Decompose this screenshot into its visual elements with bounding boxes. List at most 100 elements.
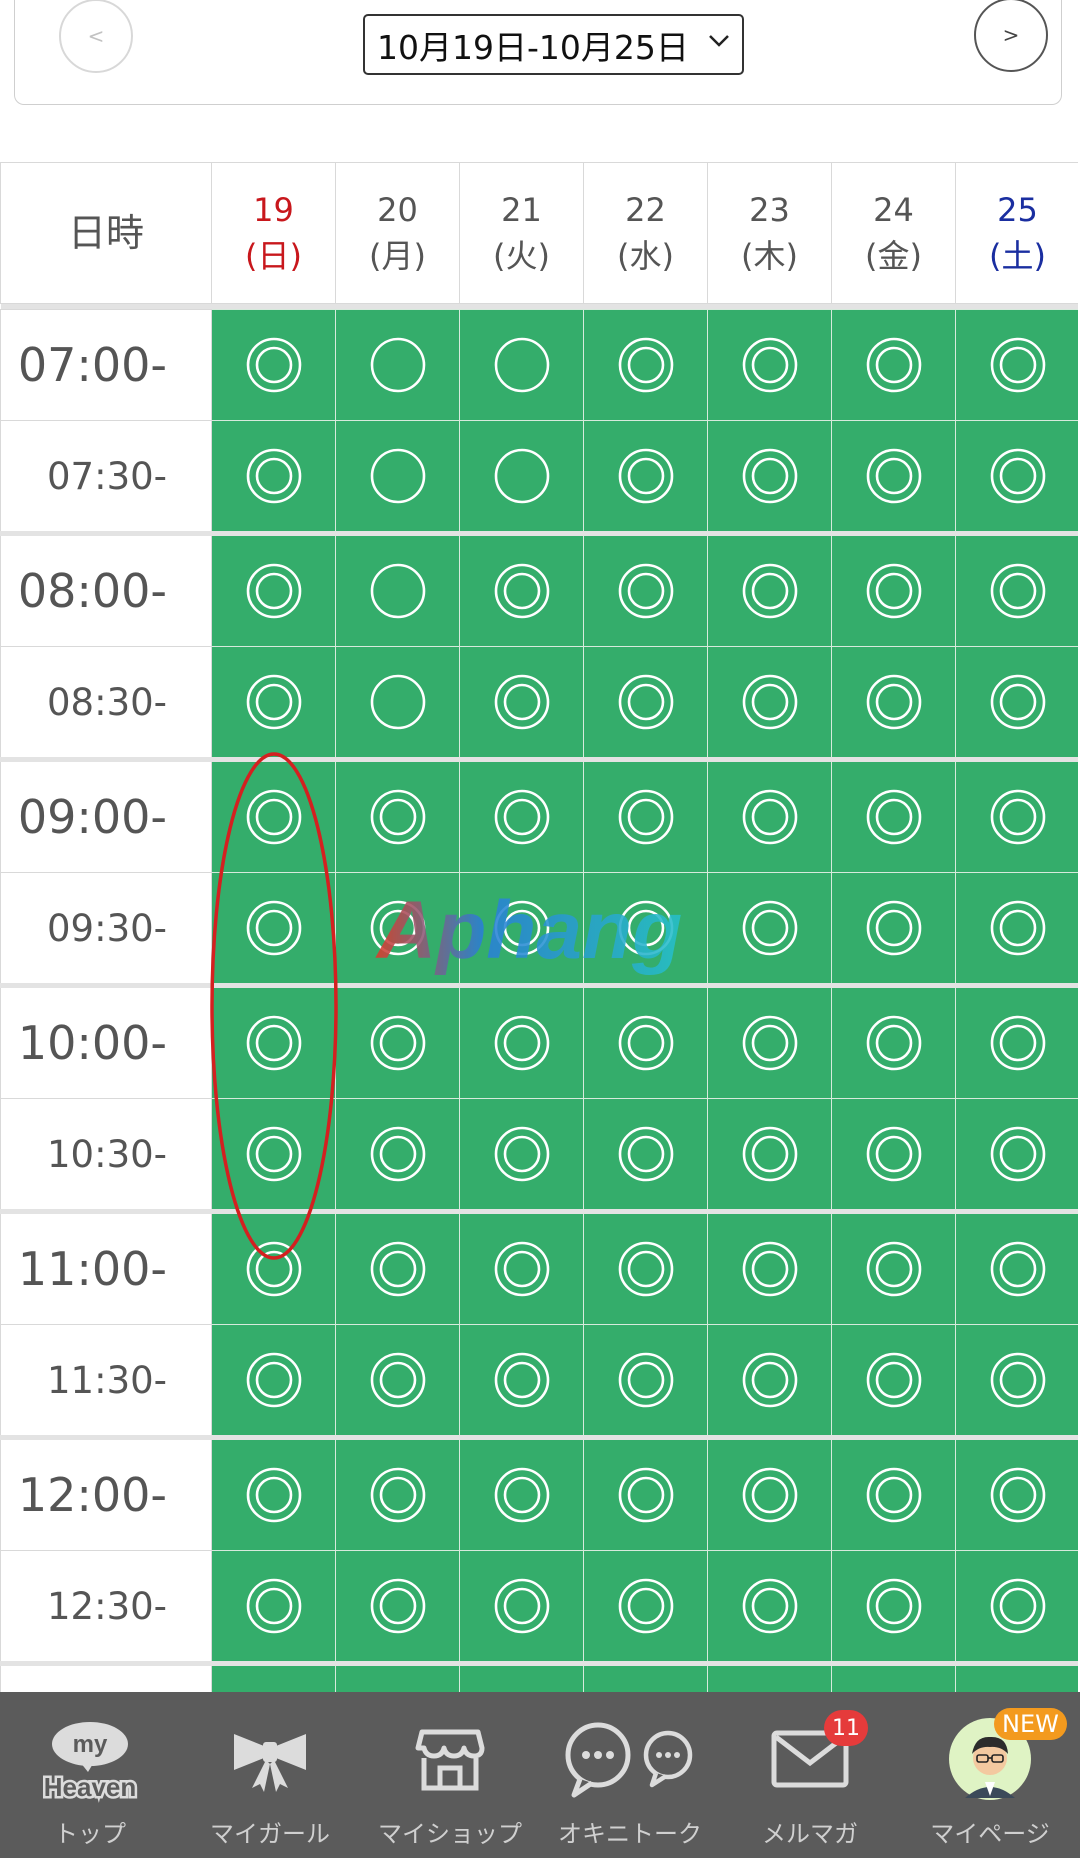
slot-available-double-circle[interactable] — [831, 1098, 956, 1212]
slot-available-double-circle[interactable] — [335, 1209, 460, 1325]
slot-available-circle[interactable] — [459, 420, 584, 534]
slot-available-double-circle[interactable] — [707, 646, 832, 760]
slot-available-double-circle[interactable] — [707, 757, 832, 873]
tab-mailmag[interactable]: 11 メルマガ — [720, 1692, 900, 1858]
slot-available-double-circle[interactable] — [583, 309, 708, 421]
slot-available-double-circle[interactable] — [955, 531, 1078, 647]
slot-available-double-circle[interactable] — [831, 1324, 956, 1438]
slot-available-double-circle[interactable] — [459, 1098, 584, 1212]
slot-available-double-circle[interactable] — [583, 531, 708, 647]
slot-available-double-circle[interactable] — [211, 646, 336, 760]
week-range-select[interactable]: 10月19日-10月25日 — [363, 14, 744, 75]
slot-available-double-circle[interactable] — [831, 1661, 956, 1692]
slot-available-double-circle[interactable] — [459, 1435, 584, 1551]
slot-available-double-circle[interactable] — [831, 983, 956, 1099]
slot-available-double-circle[interactable] — [335, 872, 460, 986]
slot-available-double-circle[interactable] — [707, 872, 832, 986]
slot-available-double-circle[interactable] — [955, 309, 1078, 421]
slot-available-double-circle[interactable] — [955, 1209, 1078, 1325]
slot-available-double-circle[interactable] — [955, 1550, 1078, 1664]
slot-available-double-circle[interactable] — [211, 309, 336, 421]
slot-available-double-circle[interactable] — [707, 1209, 832, 1325]
slot-available-double-circle[interactable] — [459, 1661, 584, 1692]
tab-top[interactable]: my Heaven トップ — [0, 1692, 180, 1858]
slot-available-circle[interactable] — [459, 309, 584, 421]
slot-available-double-circle[interactable] — [955, 1324, 1078, 1438]
slot-available-double-circle[interactable] — [459, 1209, 584, 1325]
slot-available-double-circle[interactable] — [459, 646, 584, 760]
slot-available-double-circle[interactable] — [955, 1661, 1078, 1692]
slot-available-double-circle[interactable] — [335, 1550, 460, 1664]
slot-available-double-circle[interactable] — [459, 757, 584, 873]
slot-available-double-circle[interactable] — [211, 531, 336, 647]
slot-available-double-circle[interactable] — [211, 1098, 336, 1212]
slot-available-double-circle[interactable] — [707, 309, 832, 421]
slot-available-double-circle[interactable] — [831, 531, 956, 647]
slot-available-double-circle[interactable] — [955, 757, 1078, 873]
slot-available-circle[interactable] — [335, 646, 460, 760]
slot-available-double-circle[interactable] — [211, 1324, 336, 1438]
slot-available-double-circle[interactable] — [583, 646, 708, 760]
slot-available-double-circle[interactable] — [583, 983, 708, 1099]
slot-available-double-circle[interactable] — [459, 1550, 584, 1664]
slot-available-double-circle[interactable] — [831, 646, 956, 760]
slot-available-double-circle[interactable] — [831, 1435, 956, 1551]
slot-available-double-circle[interactable] — [335, 983, 460, 1099]
slot-available-double-circle[interactable] — [459, 531, 584, 647]
tab-mygirl[interactable]: マイガール — [180, 1692, 360, 1858]
slot-available-double-circle[interactable] — [707, 1661, 832, 1692]
slot-available-double-circle[interactable] — [583, 1209, 708, 1325]
slot-available-double-circle[interactable] — [707, 420, 832, 534]
slot-available-double-circle[interactable] — [583, 1661, 708, 1692]
slot-available-double-circle[interactable] — [459, 872, 584, 986]
slot-available-double-circle[interactable] — [707, 1435, 832, 1551]
slot-available-double-circle[interactable] — [831, 1209, 956, 1325]
slot-available-circle[interactable] — [335, 309, 460, 421]
slot-available-double-circle[interactable] — [583, 872, 708, 986]
slot-available-double-circle[interactable] — [335, 1661, 460, 1692]
slot-available-double-circle[interactable] — [707, 531, 832, 647]
slot-available-double-circle[interactable] — [211, 1435, 336, 1551]
slot-available-circle[interactable] — [335, 531, 460, 647]
slot-available-double-circle[interactable] — [335, 1098, 460, 1212]
slot-available-double-circle[interactable] — [583, 1324, 708, 1438]
slot-available-double-circle[interactable] — [955, 420, 1078, 534]
slot-available-double-circle[interactable] — [459, 1324, 584, 1438]
slot-available-double-circle[interactable] — [583, 1098, 708, 1212]
slot-available-double-circle[interactable] — [707, 1550, 832, 1664]
slot-available-double-circle[interactable] — [707, 1098, 832, 1212]
slot-available-double-circle[interactable] — [955, 646, 1078, 760]
tab-myshop[interactable]: マイショップ — [360, 1692, 540, 1858]
slot-available-double-circle[interactable] — [583, 420, 708, 534]
slot-available-double-circle[interactable] — [335, 1435, 460, 1551]
slot-available-double-circle[interactable] — [583, 757, 708, 873]
slot-available-double-circle[interactable] — [211, 1209, 336, 1325]
slot-available-double-circle[interactable] — [211, 420, 336, 534]
slot-available-double-circle[interactable] — [955, 872, 1078, 986]
slot-available-double-circle[interactable] — [831, 872, 956, 986]
slot-available-double-circle[interactable] — [831, 309, 956, 421]
slot-available-double-circle[interactable] — [955, 1098, 1078, 1212]
slot-available-double-circle[interactable] — [211, 1550, 336, 1664]
slot-available-double-circle[interactable] — [707, 983, 832, 1099]
tab-mypage[interactable]: NEW マイページ — [900, 1692, 1080, 1858]
slot-available-double-circle[interactable] — [335, 1324, 460, 1438]
slot-available-double-circle[interactable] — [955, 1435, 1078, 1551]
slot-available-double-circle[interactable] — [583, 1435, 708, 1551]
slot-available-double-circle[interactable] — [831, 1550, 956, 1664]
slot-available-double-circle[interactable] — [707, 1324, 832, 1438]
slot-available-double-circle[interactable] — [955, 983, 1078, 1099]
slot-available-double-circle[interactable] — [459, 983, 584, 1099]
slot-available-double-circle[interactable] — [211, 872, 336, 986]
next-week-button[interactable]: > — [974, 0, 1048, 72]
slot-available-circle[interactable] — [335, 420, 460, 534]
slot-available-double-circle[interactable] — [211, 1661, 336, 1692]
tab-okinitalk[interactable]: オキニトーク — [540, 1692, 720, 1858]
slot-available-double-circle[interactable] — [211, 983, 336, 1099]
slot-available-double-circle[interactable] — [583, 1550, 708, 1664]
slot-available-double-circle[interactable] — [831, 757, 956, 873]
slot-available-double-circle[interactable] — [831, 420, 956, 534]
prev-week-button[interactable]: < — [59, 0, 133, 73]
slot-available-double-circle[interactable] — [335, 757, 460, 873]
slot-available-double-circle[interactable] — [211, 757, 336, 873]
